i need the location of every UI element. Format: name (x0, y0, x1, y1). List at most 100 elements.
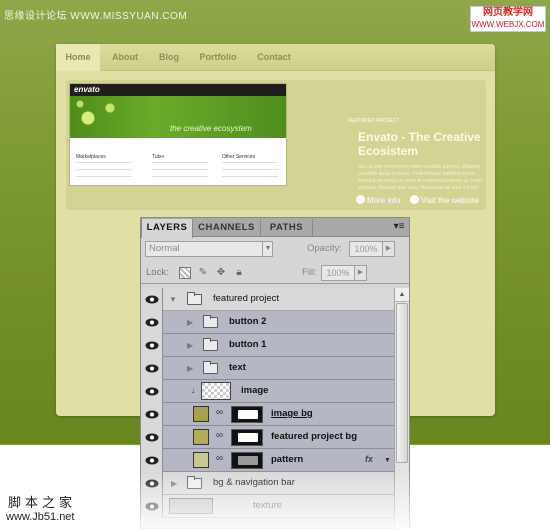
screenshot-hero: the creative ecosystem (70, 96, 286, 138)
layers-list: ▼ featured project ▶ button 2 ▶ button 1… (141, 288, 409, 529)
lock-transparency-icon[interactable] (179, 267, 191, 279)
featured-actions: More info Visit the website (352, 192, 482, 210)
layer-name: image (241, 385, 269, 396)
layer-row[interactable]: ▶ button 2 (141, 311, 409, 334)
mask-thumbnail[interactable] (231, 406, 263, 423)
tab-layers[interactable]: LAYERS (141, 219, 193, 238)
envato-logo: envato (74, 85, 100, 94)
watermark-top-right: 网页教学网 WWW.WEBJX.COM (470, 6, 546, 32)
fill-field[interactable]: 100% (321, 265, 355, 281)
lock-controls: Lock: ✎ ✥ 🔒︎ Fill: 100% ▶ (141, 262, 409, 284)
layer-effects-icon[interactable]: fx (365, 454, 373, 464)
watermark-title: 网页教学网 (483, 7, 533, 18)
tab-paths[interactable]: PATHS (261, 219, 313, 237)
folder-icon (203, 361, 218, 374)
folder-icon (187, 476, 202, 489)
canvas: 思缘设计论坛 WWW.MISSYUAN.COM 网页教学网 WWW.WEBJX.… (0, 0, 550, 529)
layer-thumbnail (169, 498, 213, 514)
blend-controls: Normal ▼ Opacity: 100% ▶ (141, 238, 409, 260)
layer-name: text (229, 362, 246, 373)
opacity-field[interactable]: 100% (349, 241, 383, 257)
visibility-eye-icon[interactable] (141, 449, 163, 472)
featured-caption: FEATURED PROJECT (348, 118, 400, 124)
collapse-triangle-icon[interactable]: ▶ (187, 364, 193, 373)
lock-position-icon[interactable]: ✥ (215, 267, 227, 279)
layers-panel: LAYERS CHANNELS PATHS ▾≡ Normal ▼ Opacit… (140, 217, 410, 529)
visibility-eye-icon[interactable] (141, 357, 163, 380)
collapse-triangle-icon[interactable]: ▶ (187, 341, 193, 350)
chevron-down-icon[interactable]: ▼ (384, 457, 391, 464)
nav-item-blog[interactable]: Blog (152, 44, 186, 71)
layer-row[interactable]: ▶ button 1 (141, 334, 409, 357)
visibility-eye-icon[interactable] (141, 311, 163, 334)
lock-label: Lock: (146, 267, 169, 278)
link-chain-icon[interactable]: ∞ (216, 453, 223, 464)
watermark-bottom-left-url: www.Jb51.net (6, 511, 75, 523)
scrollbar-thumb[interactable] (396, 303, 408, 463)
mask-thumbnail[interactable] (231, 429, 263, 446)
collapse-triangle-icon[interactable]: ▶ (171, 479, 177, 488)
expand-triangle-icon[interactable]: ▼ (169, 295, 177, 304)
layer-name: featured project bg (271, 431, 358, 442)
screenshot-column: Marketplaces (76, 154, 132, 181)
layer-row[interactable]: ∞ image bg (141, 403, 409, 426)
visibility-eye-icon[interactable] (141, 472, 163, 495)
more-info-button[interactable]: More info (356, 195, 400, 205)
visibility-eye-icon[interactable] (141, 334, 163, 357)
site-navigation: Home About Blog Portfolio Contact (56, 44, 495, 71)
project-screenshot[interactable]: envato the creative ecosystem Marketplac… (69, 83, 287, 186)
lock-all-icon[interactable]: 🔒︎ (233, 267, 245, 279)
layer-row[interactable]: ▶ bg & navigation bar (141, 472, 409, 495)
visibility-eye-icon[interactable] (141, 403, 163, 426)
layer-row[interactable]: ∞ featured project bg (141, 426, 409, 449)
info-icon (356, 195, 365, 204)
visibility-eye-icon[interactable] (141, 426, 163, 449)
visit-website-button[interactable]: Visit the website (410, 195, 479, 205)
watermark-top-left: 思缘设计论坛 WWW.MISSYUAN.COM (4, 11, 188, 22)
visibility-eye-icon[interactable] (141, 380, 163, 403)
layer-thumbnail (201, 382, 231, 400)
layer-row[interactable]: ▶ text (141, 357, 409, 380)
color-fill-thumbnail (193, 429, 209, 445)
nav-item-about[interactable]: About (106, 44, 144, 71)
color-fill-thumbnail (193, 452, 209, 468)
collapse-triangle-icon[interactable]: ▶ (187, 318, 193, 327)
nav-item-portfolio[interactable]: Portfolio (196, 44, 240, 71)
layer-row[interactable]: ∞ pattern fx ▼ (141, 449, 409, 472)
watermark-url: WWW.WEBJX.COM (471, 20, 545, 29)
screenshot-column: Other Services (222, 154, 278, 181)
mask-thumbnail[interactable] (231, 452, 263, 469)
layer-name: pattern (271, 454, 304, 465)
fill-slider-button[interactable]: ▶ (355, 265, 367, 281)
layer-row[interactable]: ▼ featured project (141, 288, 409, 311)
layer-name: button 2 (229, 316, 267, 327)
clipping-arrow-icon: ↓ (191, 386, 195, 395)
tab-channels[interactable]: CHANNELS (193, 219, 261, 237)
visibility-eye-icon[interactable] (141, 288, 163, 311)
blend-mode-select[interactable]: Normal ▼ (145, 241, 273, 257)
layer-name: texture (253, 500, 283, 511)
fill-label: Fill: (302, 267, 317, 278)
opacity-label: Opacity: (307, 243, 342, 254)
chevron-down-icon: ▼ (262, 242, 273, 256)
layer-row[interactable]: texture (141, 495, 409, 518)
scroll-up-arrow-icon[interactable]: ▲ (395, 288, 409, 302)
lock-pixels-icon[interactable]: ✎ (197, 267, 209, 279)
opacity-slider-button[interactable]: ▶ (383, 241, 395, 257)
link-chain-icon[interactable]: ∞ (216, 430, 223, 441)
watermark-bottom-left: 脚本之家 (8, 495, 77, 510)
nav-item-home[interactable]: Home (56, 44, 100, 71)
panel-menu-icon[interactable]: ▾≡ (391, 220, 407, 234)
folder-icon (203, 315, 218, 328)
screenshot-header: envato (70, 84, 286, 96)
screenshot-tagline: the creative ecosystem (170, 124, 252, 133)
layers-scrollbar[interactable]: ▲ (394, 288, 409, 529)
layer-name: image bg (271, 408, 313, 419)
link-chain-icon[interactable]: ∞ (216, 407, 223, 418)
folder-icon (187, 292, 202, 305)
nav-item-contact[interactable]: Contact (252, 44, 296, 71)
panel-tabs: LAYERS CHANNELS PATHS ▾≡ (141, 218, 409, 238)
visibility-eye-icon[interactable] (141, 495, 163, 518)
layer-row[interactable]: ↓ image (141, 380, 409, 403)
featured-project: envato the creative ecosystem Marketplac… (66, 80, 486, 210)
